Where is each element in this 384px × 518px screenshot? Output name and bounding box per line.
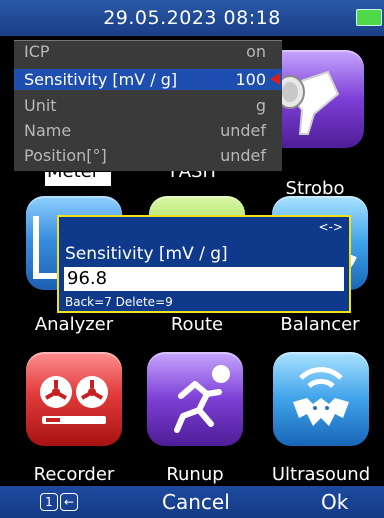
- dialog-hint: Back=7 Delete=9: [65, 295, 173, 309]
- property-value: undef: [220, 146, 266, 165]
- property-key: ICP: [24, 42, 50, 61]
- ok-button[interactable]: Ok: [321, 490, 348, 514]
- tile-label-ultrasound: Ultrasound: [271, 464, 371, 485]
- tile-runup[interactable]: Runup: [144, 352, 246, 485]
- runup-icon: [147, 352, 243, 446]
- nav-arrows-icon[interactable]: <->: [319, 220, 343, 234]
- property-value: on: [246, 42, 266, 61]
- tile-label-recorder: Recorder: [33, 464, 115, 485]
- softkey-bar: 1 ← Cancel Ok: [0, 486, 384, 518]
- tile-recorder[interactable]: Recorder: [23, 352, 125, 485]
- property-row-name[interactable]: Name undef: [14, 120, 282, 141]
- cancel-button[interactable]: Cancel: [162, 490, 230, 514]
- property-key: Unit: [24, 96, 57, 115]
- property-row-position[interactable]: Position[°] undef: [14, 145, 282, 166]
- property-row-sensitivity[interactable]: Sensitivity [mV / g] 100: [14, 69, 282, 90]
- softkey-left-group[interactable]: 1 ←: [40, 493, 78, 511]
- datetime: 29.05.2023 08:18: [103, 7, 281, 29]
- property-key: Sensitivity [mV / g]: [24, 70, 178, 89]
- edit-value-dialog: <-> Sensitivity [mV / g] 96.8 Back=7 Del…: [57, 215, 351, 313]
- recorder-icon: [26, 352, 122, 446]
- tile-label-analyzer: Analyzer: [34, 314, 114, 335]
- property-value: g: [255, 96, 266, 115]
- property-key: Name: [24, 121, 72, 140]
- sensitivity-input[interactable]: 96.8: [64, 267, 344, 291]
- key-1-icon[interactable]: 1: [40, 493, 58, 511]
- status-bar: 29.05.2023 08:18: [0, 0, 384, 36]
- selection-pointer-icon: [270, 73, 280, 85]
- tile-label-route: Route: [170, 314, 224, 335]
- property-value: undef: [220, 121, 266, 140]
- dialog-title: Sensitivity [mV / g]: [65, 244, 228, 264]
- property-key: Position[°]: [24, 146, 107, 165]
- tile-ultrasound[interactable]: Ultrasound: [270, 352, 372, 485]
- tile-label-runup: Runup: [166, 464, 224, 485]
- property-row-icp[interactable]: ICP on: [14, 41, 282, 62]
- property-value: 100: [235, 70, 266, 89]
- tile-label-balancer: Balancer: [280, 314, 360, 335]
- sensor-properties-panel: ICP on Sensitivity [mV / g] 100 Unit g N…: [14, 40, 282, 171]
- property-row-unit[interactable]: Unit g: [14, 95, 282, 116]
- ultrasound-icon: [273, 352, 369, 446]
- backspace-icon[interactable]: ←: [60, 493, 78, 511]
- battery-icon: [356, 9, 382, 26]
